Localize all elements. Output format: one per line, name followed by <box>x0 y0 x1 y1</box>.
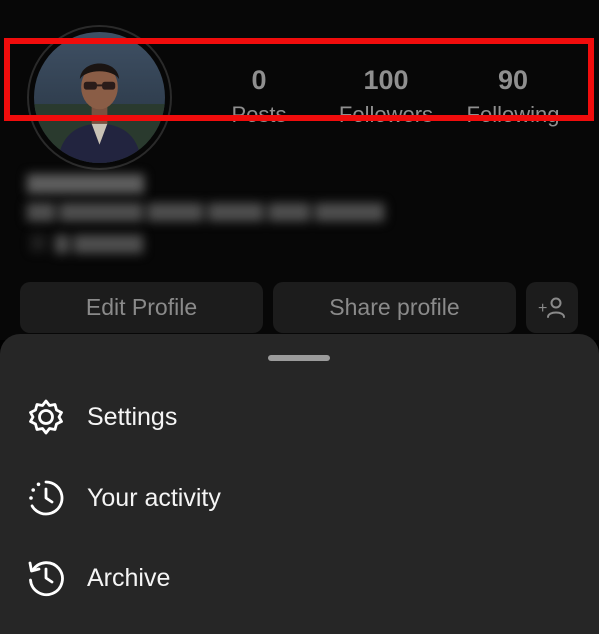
menu-item-label: Settings <box>87 402 178 431</box>
bio-text-blurred: ▇▇ ▇▇▇▇▇▇ ▇▇▇▇ ▇▇▇▇ ▇▇▇ ▇▇▇▇▇ <box>27 201 385 221</box>
profile-header: 0 Posts 100 Followers 90 Following ▇▇▇▇▇… <box>0 0 599 340</box>
profile-stats: 0 Posts 100 Followers 90 Following <box>200 62 599 142</box>
sheet-drag-handle[interactable] <box>268 355 330 361</box>
bio-link-blurred: ⛓ ▇ ▇▇▇▇▇ <box>27 233 143 253</box>
profile-avatar[interactable] <box>27 25 172 170</box>
menu-item-label: Archive <box>87 563 171 592</box>
posts-count: 0 <box>251 65 267 95</box>
add-person-icon: + <box>538 297 565 318</box>
edit-profile-button[interactable]: Edit Profile <box>20 282 263 333</box>
stat-posts[interactable]: 0 Posts <box>194 62 324 132</box>
menu-item-label: Your activity <box>87 483 221 512</box>
menu-item-archive[interactable]: Archive <box>0 538 599 618</box>
posts-label: Posts <box>231 102 287 127</box>
bio-name-blurred: ▇▇▇▇▇▇▇▇ <box>27 173 144 194</box>
share-profile-button[interactable]: Share profile <box>273 282 516 333</box>
avatar-photo <box>34 32 165 163</box>
following-label: Following <box>466 102 560 127</box>
menu-item-settings[interactable]: Settings <box>0 377 599 457</box>
following-count: 90 <box>497 65 529 95</box>
followers-label: Followers <box>338 102 434 127</box>
activity-clock-icon <box>26 478 66 518</box>
followers-count: 100 <box>363 65 409 95</box>
options-bottom-sheet: Settings Your activity Archive <box>0 334 599 634</box>
svg-text:+: + <box>538 300 547 317</box>
add-person-button[interactable]: + <box>526 282 578 333</box>
stat-followers[interactable]: 100 Followers <box>321 62 451 132</box>
menu-item-your-activity[interactable]: Your activity <box>0 458 599 538</box>
stat-following[interactable]: 90 Following <box>448 62 578 132</box>
archive-history-icon <box>26 558 66 598</box>
gear-icon <box>26 397 66 437</box>
